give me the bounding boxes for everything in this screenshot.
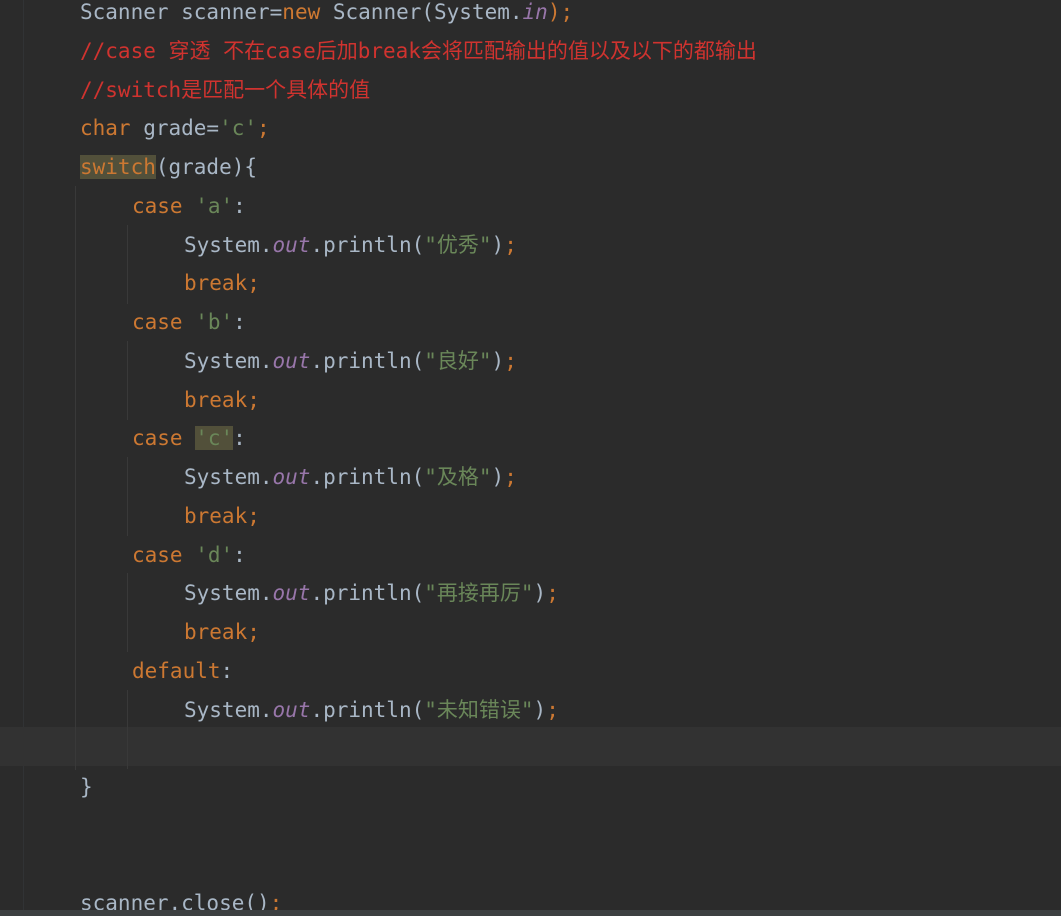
code-token: System. xyxy=(184,465,273,489)
code-token: : xyxy=(233,310,246,334)
line-case-b[interactable]: case 'b': xyxy=(132,303,246,342)
line-println-default[interactable]: System.out.println("未知错误"); xyxy=(184,691,559,730)
line-break-d[interactable]: break; xyxy=(184,613,260,652)
line-break-b[interactable]: break; xyxy=(184,381,260,420)
code-token: Scanner scanner= xyxy=(80,0,283,24)
code-token: ; xyxy=(546,581,559,606)
code-token: System. xyxy=(184,697,273,722)
code-token: ; xyxy=(504,465,517,489)
code-token: .println( xyxy=(310,232,425,257)
code-token: ; xyxy=(546,697,559,722)
code-token: ; xyxy=(504,348,517,373)
code-token: //switch是匹配一个具体的值 xyxy=(80,77,371,102)
code-token: ) xyxy=(491,232,505,257)
line-default[interactable]: default: xyxy=(132,652,233,691)
line-char-decl[interactable]: char grade='c'; xyxy=(80,109,270,148)
line-case-a[interactable]: case 'a': xyxy=(132,187,246,226)
code-token: switch xyxy=(80,155,156,179)
code-token: : xyxy=(220,658,234,683)
code-token: } xyxy=(80,775,93,799)
code-token: ; xyxy=(504,232,517,257)
code-token: out xyxy=(272,348,311,373)
line-close-brace[interactable]: } xyxy=(80,768,93,807)
code-token: break; xyxy=(184,271,260,296)
code-token: case xyxy=(132,310,196,334)
code-token: "良好" xyxy=(424,348,492,373)
code-token: in xyxy=(522,0,548,24)
indent-guide-case-c xyxy=(127,457,128,536)
indent-guide-case-a xyxy=(127,225,128,304)
code-token: 'd' xyxy=(195,542,234,567)
code-token: .println( xyxy=(310,348,425,373)
code-token: out xyxy=(272,465,311,489)
code-token: ); xyxy=(547,0,574,24)
code-token: grade= xyxy=(130,116,220,141)
code-token: char xyxy=(80,116,131,141)
line-break-a[interactable]: break; xyxy=(184,264,260,303)
code-token: case xyxy=(132,542,196,567)
code-token: "优秀" xyxy=(424,232,492,257)
code-token: new xyxy=(282,0,321,24)
code-token: .println( xyxy=(310,581,425,606)
code-token: out xyxy=(272,232,311,257)
code-token: Scanner(System. xyxy=(320,0,523,24)
code-token: ) xyxy=(533,697,547,722)
code-token: : xyxy=(233,542,246,567)
code-token: "及格" xyxy=(424,465,492,489)
code-token: out xyxy=(272,697,311,722)
indent-guide-switch xyxy=(75,186,76,770)
gutter-separator xyxy=(23,0,24,916)
code-token: System. xyxy=(184,232,273,257)
code-token: : xyxy=(233,426,246,451)
line-println-c[interactable]: System.out.println("及格"); xyxy=(184,458,517,497)
indent-guide-default xyxy=(127,690,128,769)
code-token: "未知错误" xyxy=(424,697,534,722)
code-token: break; xyxy=(184,503,260,528)
code-token: default xyxy=(132,658,221,683)
code-token: System. xyxy=(184,581,273,606)
line-case-d[interactable]: case 'd': xyxy=(132,536,246,575)
line-println-b[interactable]: System.out.println("良好"); xyxy=(184,342,517,381)
code-token: 'b' xyxy=(195,310,234,334)
code-token: System. xyxy=(184,348,273,373)
code-token: ; xyxy=(257,116,270,141)
code-token: (grade){ xyxy=(155,155,258,179)
code-token: case xyxy=(132,426,196,451)
code-token: break; xyxy=(184,387,260,412)
code-token: ) xyxy=(491,348,505,373)
line-case-c[interactable]: case 'c': xyxy=(132,419,246,458)
line-comment-2[interactable]: //switch是匹配一个具体的值 xyxy=(80,71,370,110)
caret-row-highlight xyxy=(0,727,1061,766)
line-comment-1[interactable]: //case 穿透 不在case后加break会将匹配输出的值以及以下的都输出 xyxy=(80,32,757,71)
horizontal-scrollbar[interactable] xyxy=(0,910,1061,916)
code-token: //case 穿透 不在case后加break会将匹配输出的值以及以下的都输出 xyxy=(80,38,757,63)
code-token: ) xyxy=(533,581,547,606)
indent-guide-case-d xyxy=(127,573,128,652)
code-editor[interactable]: Scanner scanner=new Scanner(System.in); /… xyxy=(0,0,1061,916)
code-token: out xyxy=(272,581,311,606)
line-break-c[interactable]: break; xyxy=(184,497,260,536)
line-println-d[interactable]: System.out.println("再接再厉"); xyxy=(184,574,559,613)
code-token: : xyxy=(233,193,246,218)
code-token: .println( xyxy=(310,465,425,489)
line-switch[interactable]: switch(grade){ xyxy=(80,148,257,187)
code-token: case xyxy=(132,193,196,218)
indent-guide-case-b xyxy=(127,341,128,420)
code-token: break; xyxy=(184,620,260,644)
code-token: .println( xyxy=(310,697,425,722)
code-token: 'a' xyxy=(195,193,234,218)
code-token: 'c' xyxy=(219,116,258,141)
line-scanner-decl[interactable]: Scanner scanner=new Scanner(System.in); xyxy=(80,0,573,32)
code-token: "再接再厉" xyxy=(424,581,534,606)
line-println-a[interactable]: System.out.println("优秀"); xyxy=(184,226,517,265)
code-token: ) xyxy=(491,465,505,489)
code-token: 'c' xyxy=(195,426,234,451)
